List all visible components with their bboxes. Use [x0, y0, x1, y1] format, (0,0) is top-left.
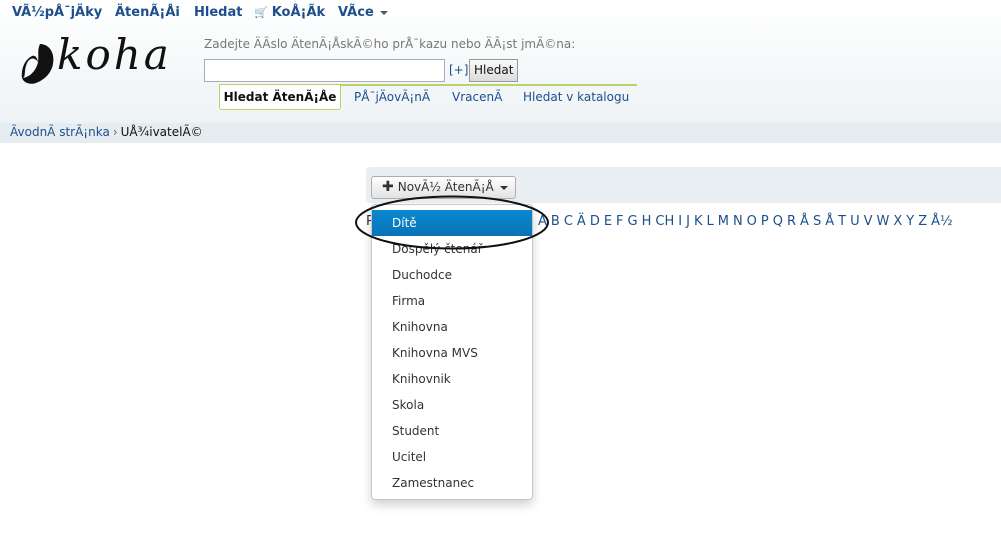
alphabet-letter[interactable]: C	[564, 214, 573, 229]
alphabet-letter[interactable]: A	[538, 214, 547, 229]
advanced-search-link[interactable]: [+]	[449, 63, 468, 77]
patron-search-input[interactable]	[204, 59, 445, 82]
tab-checkout[interactable]: PÅ¯jÄovÃ¡nÃ	[354, 90, 430, 104]
dropdown-item[interactable]: Skola	[372, 392, 532, 418]
dropdown-item[interactable]: Dítě	[372, 210, 532, 236]
alphabet-letter[interactable]: P	[761, 214, 769, 229]
alphabet-letter[interactable]: D	[590, 214, 600, 229]
alphabet-letter[interactable]: O	[747, 214, 757, 229]
alphabet-letter[interactable]: CH	[655, 214, 674, 229]
dropdown-item[interactable]: Firma	[372, 288, 532, 314]
alphabet-letter[interactable]: T	[838, 214, 846, 229]
caret-down-icon	[379, 10, 388, 15]
alphabet-letter[interactable]: U	[850, 214, 860, 229]
alphabet-letter[interactable]: Q	[773, 214, 783, 229]
nav-circulation[interactable]: VÃ½pÅ¯jÄky	[12, 5, 102, 20]
dropdown-item[interactable]: Knihovna	[372, 314, 532, 340]
alphabet-letter[interactable]: M	[718, 214, 729, 229]
alphabet-letter[interactable]: B	[551, 214, 560, 229]
nav-patrons[interactable]: ÄtenÃ¡Åi	[115, 5, 180, 20]
alphabet-letter[interactable]: G	[628, 214, 638, 229]
alphabet-letter[interactable]: W	[876, 214, 889, 229]
alphabet-letter[interactable]: Z	[918, 214, 927, 229]
search-prompt: Zadejte ÄÃ­slo ÄtenÃ¡ÅskÃ©ho prÅ¯kazu ne…	[204, 37, 576, 51]
tab-search-patron[interactable]: Hledat ÄtenÃ¡Åe	[219, 85, 341, 110]
header: VÃ½pÅ¯jÄky ÄtenÃ¡Åi Hledat 🛒 KoÅ¡Ã­k VÃ­c…	[0, 0, 1001, 123]
dropdown-item[interactable]: Duchodce	[372, 262, 532, 288]
plus-icon: ✚	[382, 179, 394, 195]
cart-icon: 🛒	[254, 6, 268, 19]
logo-text: koha	[57, 30, 172, 79]
dropdown-item[interactable]: Student	[372, 418, 532, 444]
dropdown-item[interactable]: Knihovna MVS	[372, 340, 532, 366]
alphabet-letter[interactable]: Ä	[577, 214, 586, 229]
nav-cart[interactable]: 🛒 KoÅ¡Ã­k	[254, 5, 325, 20]
alphabet-letter[interactable]: S	[813, 214, 821, 229]
caret-down-icon	[499, 185, 508, 190]
dropdown-item[interactable]: Dospělý čtenář	[372, 236, 532, 262]
breadcrumb-home-link[interactable]: ÃvodnÃ strÃ¡nka	[10, 125, 110, 139]
dropdown-item[interactable]: Zamestnanec	[372, 470, 532, 496]
koha-logo[interactable]: koha	[20, 34, 172, 88]
breadcrumb-separator: ›	[112, 125, 118, 139]
alphabet-letter[interactable]: V	[864, 214, 873, 229]
tab-checkin[interactable]: VracenÃ	[452, 90, 502, 104]
alphabet-letter[interactable]: E	[604, 214, 612, 229]
alphabet-letter[interactable]: L	[706, 214, 713, 229]
alphabet-letter[interactable]: J	[686, 214, 690, 229]
alphabet-letter[interactable]: Å	[800, 214, 809, 229]
breadcrumb-current: UÅ¾ivatelÃ©	[120, 125, 203, 139]
alphabet-letter[interactable]: F	[616, 214, 623, 229]
alphabet-letter[interactable]: Å	[825, 214, 834, 229]
alphabet-letter[interactable]: Y	[906, 214, 914, 229]
alphabet-filter: A B C Ä D E F G H CH I J K L M N O P Q R Å S Å T U V W X Y Z Å½	[538, 214, 957, 229]
nav-more[interactable]: VÃ­ce	[338, 5, 388, 20]
alphabet-letter[interactable]: N	[733, 214, 743, 229]
dropdown-item[interactable]: Ucitel	[372, 444, 532, 470]
patron-category-dropdown: Dítě Dospělý čtenář Duchodce Firma Knihovna K…	[371, 204, 533, 500]
alphabet-letter[interactable]: H	[642, 214, 652, 229]
alphabet-letter[interactable]: R	[787, 214, 796, 229]
breadcrumb: ÃvodnÃ strÃ¡nka › UÅ¾ivatelÃ©	[0, 123, 1001, 143]
alphabet-letter[interactable]: K	[694, 214, 703, 229]
nav-search[interactable]: Hledat	[194, 5, 242, 20]
new-patron-button[interactable]: ✚ NovÃ½ ÄtenÃ¡Å	[371, 176, 516, 199]
koha-logo-icon	[21, 44, 54, 84]
alphabet-letter[interactable]: X	[893, 214, 902, 229]
tab-search-catalog[interactable]: Hledat v katalogu	[523, 90, 629, 104]
alphabet-letter[interactable]: Å½	[931, 214, 953, 229]
alphabet-letter[interactable]: I	[678, 214, 682, 229]
dropdown-item[interactable]: Knihovnik	[372, 366, 532, 392]
search-button[interactable]: Hledat	[469, 59, 519, 82]
